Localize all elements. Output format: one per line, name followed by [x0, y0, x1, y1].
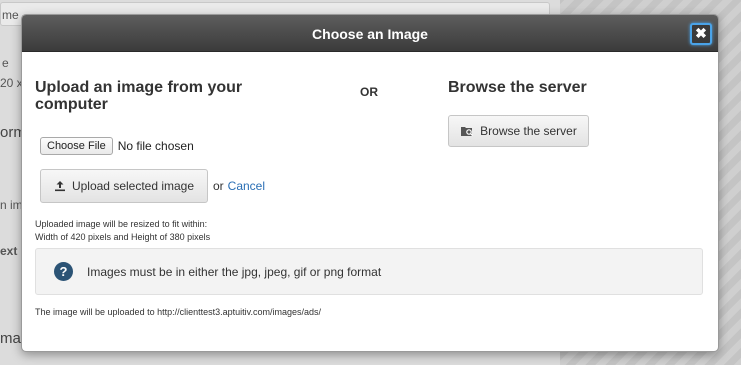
close-icon: ✖: [695, 25, 707, 41]
close-button[interactable]: ✖: [690, 23, 712, 45]
file-status: No file chosen: [117, 139, 194, 153]
format-info-text: Images must be in either the jpg, jpeg, …: [87, 264, 382, 279]
upload-actions: Upload selected image or Cancel: [40, 169, 265, 203]
file-picker: Choose File No file chosen: [40, 137, 194, 155]
resize-note: Uploaded image will be resized to fit wi…: [35, 218, 210, 244]
background-text: e: [2, 56, 9, 70]
or-divider-label: OR: [360, 85, 378, 99]
folder-search-icon: [461, 127, 474, 136]
background-text: n im: [0, 198, 23, 212]
resize-note-line: Width of 420 pixels and Height of 380 pi…: [35, 232, 211, 242]
upload-destination-note: The image will be uploaded to http://cli…: [35, 307, 321, 317]
browse-server-button[interactable]: Browse the server: [448, 115, 589, 147]
dialog-header: Choose an Image ✖: [22, 15, 718, 52]
background-text: ma: [0, 330, 21, 347]
browse-server-label: Browse the server: [480, 124, 577, 138]
format-info-box: ? Images must be in either the jpg, jpeg…: [35, 248, 703, 295]
choose-image-dialog: Choose an Image ✖ Upload an image from y…: [21, 14, 719, 352]
upload-icon: [54, 181, 65, 192]
or-text: or: [213, 179, 224, 193]
browse-heading: Browse the server: [448, 79, 587, 96]
background-text: 20 x: [0, 76, 23, 90]
resize-note-line: Uploaded image will be resized to fit wi…: [35, 219, 208, 229]
choose-file-button[interactable]: Choose File: [40, 137, 113, 155]
background-text: ext: [0, 244, 18, 258]
dialog-title: Choose an Image: [312, 26, 428, 42]
upload-button-label: Upload selected image: [71, 179, 195, 193]
upload-heading: Upload an image from your computer: [35, 79, 243, 113]
upload-selected-image-button[interactable]: Upload selected image: [40, 169, 208, 203]
help-icon: ?: [54, 262, 73, 281]
cancel-link[interactable]: Cancel: [228, 179, 265, 193]
